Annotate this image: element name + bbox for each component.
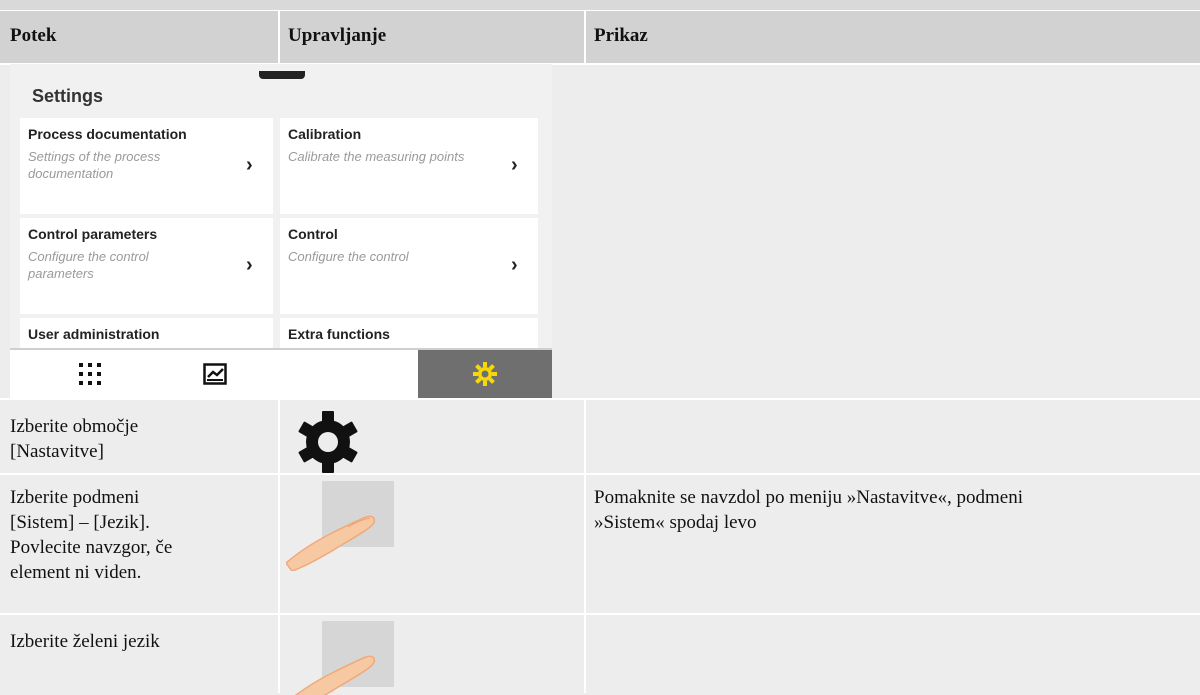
- step-text: Izberite podmeni [Sistem] – [Jezik]. Pov…: [10, 487, 173, 583]
- chevron-right-icon: ›: [511, 254, 518, 276]
- tile-description: Configure the control parameters: [28, 249, 149, 281]
- table-header: Potek Upravljanje Prikaz: [0, 10, 1200, 65]
- chevron-right-icon: ›: [511, 154, 518, 176]
- tile-control-parameters[interactable]: Control parameters Configure the control…: [20, 218, 273, 314]
- tile-title: Control: [288, 226, 338, 242]
- bottom-nav: [10, 348, 552, 398]
- settings-title: Settings: [32, 86, 104, 106]
- tile-user-administration[interactable]: User administration: [20, 318, 273, 348]
- display-text: Pomaknite se navzdol po meniju »Nastavit…: [594, 487, 1024, 533]
- chevron-right-icon: ›: [246, 254, 253, 276]
- grid-icon[interactable]: [78, 362, 102, 386]
- active-tab[interactable]: [418, 350, 552, 398]
- header-display: Prikaz: [594, 25, 648, 46]
- tile-calibration[interactable]: Calibration Calibrate the measuring poin…: [280, 118, 538, 214]
- tile-process-documentation[interactable]: Process documentation Settings of the pr…: [20, 118, 273, 214]
- header-operation: Upravljanje: [288, 25, 387, 46]
- device-notch: [259, 71, 305, 79]
- tile-description: Calibrate the measuring points: [288, 149, 465, 164]
- table-row: Izberite želeni jezik: [0, 613, 1200, 695]
- gear-icon: [298, 411, 358, 473]
- tile-title: User administration: [28, 326, 160, 342]
- column-divider: [278, 10, 280, 63]
- chevron-right-icon: ›: [246, 154, 253, 176]
- tile-title: Process documentation: [28, 126, 187, 142]
- tile-description: Settings of the process documentation: [28, 149, 161, 181]
- header-step: Potek: [10, 25, 57, 46]
- tile-description: Configure the control: [288, 249, 409, 264]
- column-divider: [584, 10, 586, 63]
- swipe-gesture-icon: [286, 481, 394, 571]
- table-row: Izberite območje [Nastavitve]: [0, 398, 1200, 475]
- step-text: Izberite želeni jezik: [10, 631, 160, 652]
- tile-extra-functions[interactable]: Extra functions: [280, 318, 538, 348]
- column-divider: [584, 398, 586, 693]
- gear-icon: [473, 362, 497, 386]
- step-text: Izberite območje [Nastavitve]: [10, 416, 139, 462]
- tile-control[interactable]: Control Configure the control ›: [280, 218, 538, 314]
- settings-screenshot: Settings Process documentation Settings …: [10, 64, 552, 398]
- tile-title: Calibration: [288, 126, 362, 142]
- swipe-gesture-icon: [294, 621, 394, 695]
- tile-title: Extra functions: [288, 326, 390, 342]
- column-divider: [278, 398, 280, 693]
- chart-icon[interactable]: [203, 363, 227, 385]
- table-row: Izberite podmeni [Sistem] – [Jezik]. Pov…: [0, 473, 1200, 615]
- tile-title: Control parameters: [28, 226, 158, 242]
- top-strip: [0, 0, 1200, 10]
